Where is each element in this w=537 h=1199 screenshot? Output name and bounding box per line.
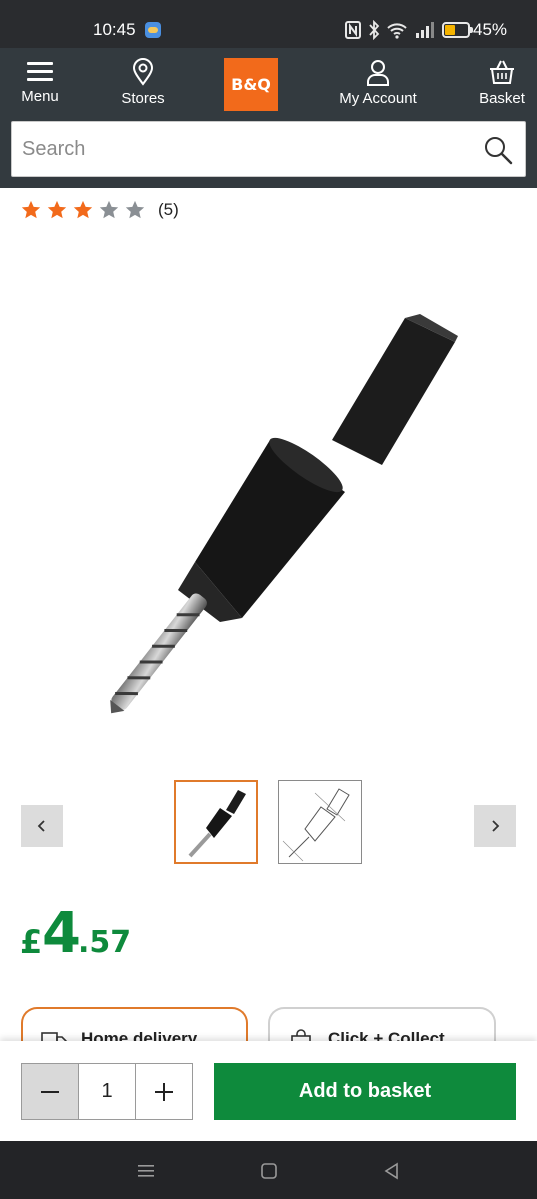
status-bar: 10:45 45% [0,0,537,48]
quantity-decrease-button[interactable] [22,1064,79,1119]
drill-bit-diagram-icon [282,788,350,862]
location-pin-icon [132,58,154,86]
my-account-label: My Account [339,90,417,107]
stores-button[interactable]: Stores [112,58,174,114]
star-icon [125,200,145,219]
home-icon[interactable] [259,1161,279,1181]
chevron-right-icon [492,820,500,832]
logo-text: B&Q [231,75,271,94]
quantity-value[interactable]: 1 [79,1064,136,1119]
basket-icon [490,60,514,84]
battery-level [445,25,455,35]
star-icon [21,200,41,219]
stores-label: Stores [121,90,165,107]
quantity-stepper: 1 [21,1063,193,1120]
wifi-icon [387,23,407,39]
menu-label: Menu [21,88,59,105]
bq-logo[interactable]: B&Q [224,58,278,111]
add-to-basket-button[interactable]: Add to basket [214,1063,516,1120]
search-bar [11,121,526,177]
thumbnail-2[interactable] [278,780,362,864]
price-whole: 4 [42,901,81,966]
search-input[interactable] [22,130,462,168]
drill-bit-shape [110,314,458,714]
purchase-bar: 1 Add to basket [0,1041,537,1141]
rating-count: (5) [158,200,179,219]
gallery-previous-button[interactable] [21,805,63,847]
thumbnail-1[interactable] [174,780,258,864]
system-navigation-bar [0,1141,537,1199]
battery-percent: 45% [473,20,508,39]
gallery-next-button[interactable] [474,805,516,847]
product-rating[interactable]: (5) [20,198,179,222]
price-currency: £ [20,923,43,961]
signal-icon [416,22,434,38]
my-account-button[interactable]: My Account [332,58,424,114]
nfc-icon [345,21,361,39]
status-icons [344,20,444,42]
battery-icon [442,22,470,38]
star-icon [99,200,119,219]
bluetooth-icon [369,20,380,40]
recent-apps-icon[interactable] [136,1161,156,1181]
basket-label: Basket [479,90,525,107]
minus-icon [41,1090,59,1093]
price-pence: .57 [78,925,132,960]
quantity-increase-button[interactable] [136,1064,192,1119]
star-icon [73,200,93,219]
menu-button[interactable]: Menu [14,58,66,114]
drill-bit-thumbnail-icon [188,790,246,858]
search-icon[interactable] [482,134,514,166]
gallery-notification-icon [145,22,161,38]
back-icon[interactable] [382,1161,402,1181]
star-icon [47,200,67,219]
basket-button[interactable]: Basket [472,58,532,114]
status-time: 10:45 [93,20,136,39]
user-icon [367,60,389,86]
chevron-left-icon [37,820,45,832]
hamburger-icon [27,62,53,81]
product-image[interactable] [60,300,480,740]
plus-icon [155,1082,173,1101]
site-header: Menu Stores B&Q My Account Basket [0,48,537,188]
